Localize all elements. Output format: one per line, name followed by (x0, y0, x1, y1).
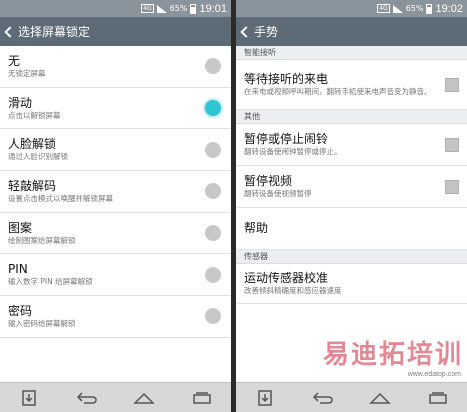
recent-apps-button[interactable] (421, 387, 455, 409)
item-subtitle: 无锁定屏幕 (8, 68, 46, 78)
item-subtitle: 在来电或视频呼叫期间，翻转手机使来电声音变为静音。 (244, 87, 432, 96)
navigation-bar (0, 382, 231, 412)
list-item-pin[interactable]: PIN 输入数字 PIN 给屏幕解锁 (0, 254, 231, 297)
battery-icon (426, 3, 433, 14)
signal-icon (156, 4, 167, 13)
item-title: 暂停视频 (244, 174, 293, 188)
battery-percent: 65% (405, 4, 424, 13)
home-icon (369, 392, 392, 404)
radio-button[interactable] (205, 225, 221, 242)
page-title: 手势 (254, 25, 279, 39)
item-subtitle: 输入数字 PIN 给屏幕解锁 (8, 277, 93, 287)
item-subtitle: 改善倾斜精确度和感应器速度 (244, 286, 342, 295)
watermark: 易迪拓培训 www.edatop.com (323, 334, 463, 378)
clock: 19:02 (435, 2, 463, 15)
list-item-swipe[interactable]: 滑动 点击以解锁屏幕 (0, 88, 231, 130)
item-subtitle: 通过人脸识别解锁 (8, 152, 68, 162)
item-title: 密码 (8, 303, 33, 318)
item-title: 人脸解锁 (8, 137, 57, 152)
page-title: 选择屏幕锁定 (18, 25, 91, 39)
lockscreen-settings-screen: 4G 65% 19:01 选择屏幕锁定 无 无锁定屏幕 滑动 点击以解锁屏幕 人… (0, 0, 231, 412)
pull-down-icon (22, 389, 36, 406)
watermark-url: www.edatop.com (405, 371, 463, 378)
battery-percent: 65% (169, 4, 188, 13)
back-chevron-icon[interactable] (4, 25, 16, 38)
item-title: 无 (8, 53, 21, 68)
radio-button[interactable] (205, 58, 221, 75)
back-arrow-icon (76, 391, 97, 404)
radio-button[interactable] (205, 308, 221, 325)
network-4g-icon: 4G (377, 4, 390, 13)
section-header-other: 其他 (236, 110, 467, 124)
gestures-settings-screen: 4G 65% 19:02 手势 智能接听 等待接听的来电 在来电或视频呼叫期间，… (236, 0, 467, 412)
lock-type-list: 无 无锁定屏幕 滑动 点击以解锁屏幕 人脸解锁 通过人脸识别解锁 轻敲解码 设置… (0, 46, 231, 338)
battery-icon (190, 3, 197, 14)
list-item-password[interactable]: 密码 输入密码给屏幕解锁 (0, 296, 231, 338)
status-bar: 4G 65% 19:01 (0, 0, 231, 17)
item-title: 运动传感器校准 (244, 271, 329, 285)
item-title: 图案 (8, 220, 33, 235)
recent-apps-icon (193, 391, 211, 404)
item-subtitle: 设置点击模式以唤醒并解锁屏幕 (8, 193, 113, 203)
setting-help[interactable]: 帮助 (236, 208, 467, 250)
back-arrow-icon (312, 391, 333, 404)
home-button[interactable] (127, 387, 161, 409)
radio-button-selected[interactable] (205, 100, 221, 117)
radio-button[interactable] (205, 141, 221, 158)
back-button[interactable] (306, 387, 340, 409)
item-subtitle: 输入密码给屏幕解锁 (8, 318, 76, 328)
list-item-none[interactable]: 无 无锁定屏幕 (0, 46, 231, 88)
section-header-sensor: 传感器 (236, 250, 467, 264)
back-button[interactable] (70, 387, 104, 409)
checkbox[interactable] (445, 77, 459, 92)
section-header-answer: 智能接听 (236, 46, 467, 60)
gesture-settings-list: 智能接听 等待接听的来电 在来电或视频呼叫期间，翻转手机使来电声音变为静音。 其… (236, 46, 467, 304)
navigation-bar (236, 382, 467, 412)
item-title: PIN (8, 262, 28, 277)
clock: 19:01 (199, 2, 227, 15)
item-subtitle: 翻转设备使闹钟暂停或停止。 (244, 147, 342, 156)
watermark-brand: 易迪拓培训 (322, 340, 463, 370)
setting-motion-calibration[interactable]: 运动传感器校准 改善倾斜精确度和感应器速度 (236, 264, 467, 304)
notification-pull-button[interactable] (12, 387, 46, 409)
home-icon (133, 392, 156, 404)
setting-pause-video[interactable]: 暂停视频 翻转设备使视频暂停 (236, 166, 467, 208)
notification-pull-button[interactable] (248, 387, 282, 409)
item-title: 轻敲解码 (8, 178, 57, 193)
setting-stop-alarm[interactable]: 暂停或停止闹铃 翻转设备使闹钟暂停或停止。 (236, 124, 467, 166)
checkbox[interactable] (445, 137, 459, 152)
setting-wait-call[interactable]: 等待接听的来电 在来电或视频呼叫期间，翻转手机使来电声音变为静音。 (236, 60, 467, 110)
radio-button[interactable] (205, 183, 221, 200)
pull-down-icon (258, 389, 272, 406)
recent-apps-icon (429, 391, 447, 404)
item-subtitle: 点击以解锁屏幕 (8, 110, 61, 120)
item-title: 帮助 (244, 221, 269, 235)
home-button[interactable] (363, 387, 397, 409)
list-item-knock-code[interactable]: 轻敲解码 设置点击模式以唤醒并解锁屏幕 (0, 171, 231, 213)
recent-apps-button[interactable] (185, 387, 219, 409)
list-item-face-unlock[interactable]: 人脸解锁 通过人脸识别解锁 (0, 129, 231, 172)
item-title: 暂停或停止闹铃 (244, 132, 329, 146)
action-bar[interactable]: 手势 (236, 17, 467, 46)
item-title: 等待接听的来电 (244, 72, 329, 86)
checkbox[interactable] (445, 179, 459, 194)
radio-button[interactable] (205, 266, 221, 283)
item-title: 滑动 (8, 95, 33, 110)
back-chevron-icon[interactable] (240, 25, 252, 38)
signal-icon (392, 4, 403, 13)
status-bar: 4G 65% 19:02 (236, 0, 467, 17)
item-subtitle: 翻转设备使视频暂停 (244, 189, 312, 198)
item-subtitle: 绘制图案给屏幕解锁 (8, 235, 76, 245)
action-bar[interactable]: 选择屏幕锁定 (0, 17, 231, 46)
network-4g-icon: 4G (141, 4, 154, 13)
list-item-pattern[interactable]: 图案 绘制图案给屏幕解锁 (0, 213, 231, 255)
